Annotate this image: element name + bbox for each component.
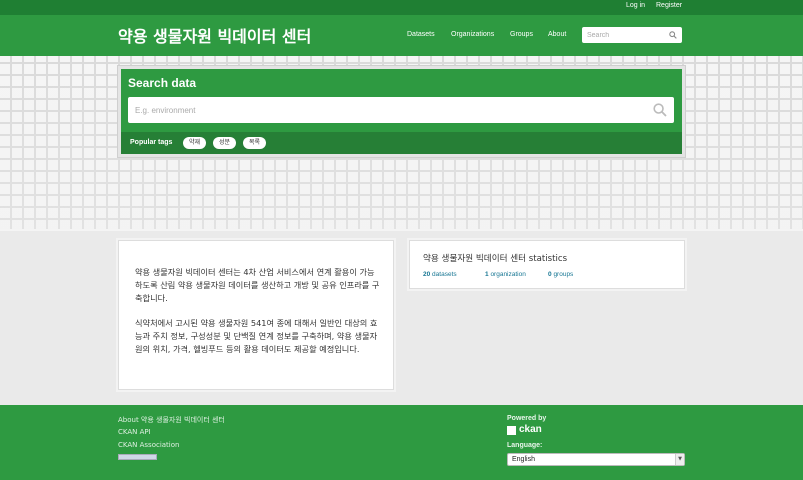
footer-link-about[interactable]: About 약용 생물자원 빅데이터 센터 (118, 415, 225, 425)
intro-paragraph: 식약처에서 고시된 약용 생물자원 541여 종에 대해서 일반인 대상의 효능… (135, 318, 378, 354)
popular-tags-bar: Popular tags 약재 성분 목록 (121, 132, 682, 154)
chevron-down-icon: ▼ (675, 454, 684, 465)
account-bar: Log in Register (0, 0, 803, 15)
stats-title: 약용 생물자원 빅데이터 센터 statistics (423, 254, 568, 264)
stats-box: 약용 생물자원 빅데이터 센터 statistics 20 datasets 1… (409, 240, 685, 289)
stat-label: groups (553, 271, 574, 278)
dataset-search (128, 97, 674, 123)
popular-tags-label: Popular tags (130, 139, 173, 146)
intro-paragraph: 약용 생물자원 빅데이터 센터는 4차 산업 서비스에서 연계 활용이 가능하도… (135, 267, 380, 303)
ckan-wordmark: ckan (519, 424, 542, 435)
nav-groups[interactable]: Groups (510, 31, 533, 38)
site-title[interactable]: 약용 생물자원 빅데이터 센터 (118, 23, 311, 47)
stat-label: organization (490, 271, 526, 278)
masthead: 약용 생물자원 빅데이터 센터 Datasets Organizations G… (0, 15, 803, 56)
stat-datasets[interactable]: 20 datasets (423, 271, 457, 278)
register-link[interactable]: Register (656, 2, 682, 9)
hero-divider (0, 229, 803, 231)
nav-organizations[interactable]: Organizations (451, 31, 494, 38)
header-search-input[interactable] (582, 27, 670, 43)
search-heading: Search data (128, 76, 197, 90)
footer-link-api[interactable]: CKAN API (118, 428, 151, 436)
language-label: Language: (507, 442, 543, 449)
tag-pill[interactable]: 성분 (213, 137, 237, 149)
stat-count: 0 (548, 271, 552, 278)
footer-link-association[interactable]: CKAN Association (118, 441, 179, 449)
search-icon[interactable] (653, 103, 667, 117)
stat-organizations[interactable]: 1 organization (485, 271, 526, 278)
footer: About 약용 생물자원 빅데이터 센터 CKAN API CKAN Asso… (0, 405, 803, 480)
login-link[interactable]: Log in (626, 2, 645, 9)
stat-groups[interactable]: 0 groups (548, 271, 573, 278)
tag-pill[interactable]: 약재 (183, 137, 207, 149)
nav-datasets[interactable]: Datasets (407, 31, 435, 38)
language-value: English (512, 456, 535, 463)
open-data-badge[interactable] (118, 454, 157, 460)
stat-count: 20 (423, 271, 431, 278)
language-select[interactable]: English ▼ (507, 453, 685, 466)
tag-pill[interactable]: 목록 (243, 137, 267, 149)
dataset-search-input[interactable] (128, 97, 648, 123)
nav-about[interactable]: About (548, 31, 566, 38)
search-icon[interactable] (669, 31, 677, 39)
header-search (582, 27, 682, 43)
intro-box: 약용 생물자원 빅데이터 센터는 4차 산업 서비스에서 연계 활용이 가능하도… (118, 240, 394, 390)
stat-count: 1 (485, 271, 489, 278)
ckan-mark-icon (507, 426, 516, 435)
powered-by-label: Powered by (507, 415, 547, 422)
stat-label: datasets (432, 271, 457, 278)
search-module: Search data Popular tags 약재 성분 목록 (118, 66, 685, 157)
